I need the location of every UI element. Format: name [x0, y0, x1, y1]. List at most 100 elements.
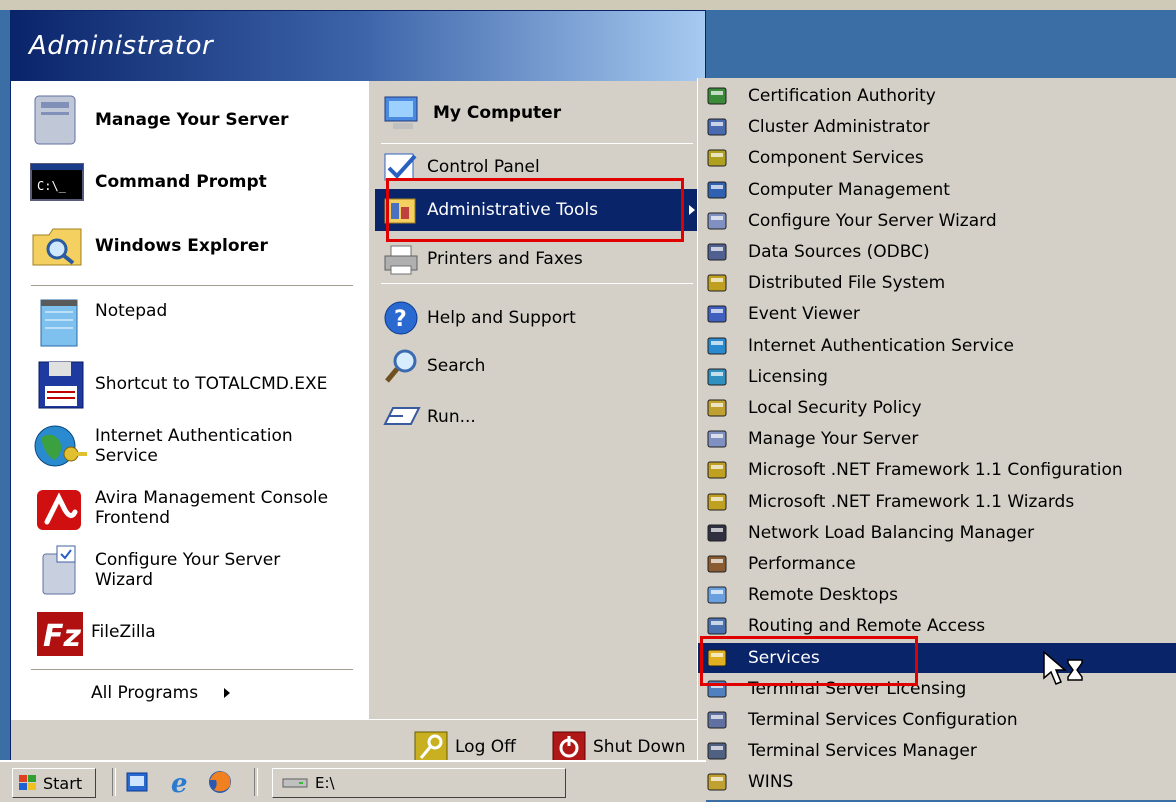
run-item[interactable]: Run...: [381, 399, 476, 435]
right-separator: [381, 143, 693, 144]
search-label: Search: [427, 356, 486, 376]
server-wizard-icon: [707, 212, 727, 230]
left-separator: [31, 285, 353, 286]
submenu-item-local-security-policy[interactable]: Local Security Policy: [698, 393, 1176, 423]
recent-label: Shortcut to TOTALCMD.EXE: [95, 374, 328, 394]
server-wizard-icon: [42, 545, 76, 595]
submenu-item-wins[interactable]: WINS: [698, 767, 1176, 797]
submenu-item-computer-management[interactable]: Computer Management: [698, 175, 1176, 205]
submenu-item-terminal-server-licensing[interactable]: Terminal Server Licensing: [698, 674, 1176, 704]
recent-totalcmd[interactable]: Shortcut to TOTALCMD.EXE: [31, 355, 327, 413]
submenu-item-certification-authority[interactable]: Certification Authority: [698, 81, 1176, 111]
pinned-manage-your-server[interactable]: Manage Your Server: [27, 91, 289, 149]
dfs-icon: [707, 274, 727, 292]
submenu-item-remote-desktops[interactable]: Remote Desktops: [698, 580, 1176, 610]
my-computer-icon: [384, 96, 418, 129]
power-icon: [552, 731, 586, 763]
submenu-item-cluster-administrator[interactable]: Cluster Administrator: [698, 112, 1176, 142]
printers-faxes-item[interactable]: Printers and Faxes: [381, 239, 583, 279]
submenu-item-label: Terminal Services Configuration: [748, 710, 1018, 730]
help-support-label: Help and Support: [427, 308, 576, 328]
submenu-item-label: Network Load Balancing Manager: [748, 522, 1035, 543]
submenu-item-event-viewer[interactable]: Event Viewer: [698, 299, 1176, 329]
submenu-item-services[interactable]: Services: [698, 642, 1176, 673]
submenu-item-performance[interactable]: Performance: [698, 549, 1176, 579]
submenu-item-internet-authentication-service[interactable]: Internet Authentication Service: [698, 331, 1176, 361]
floppy-icon: [38, 361, 84, 409]
recent-internet-authentication-service[interactable]: Internet Authentication Service: [31, 417, 315, 475]
globe-key-icon: [34, 425, 87, 467]
ias-icon: [707, 337, 727, 355]
submenu-item-terminal-services-configuration[interactable]: Terminal Services Configuration: [698, 705, 1176, 735]
drive-icon: [282, 778, 308, 788]
administrative-tools-item[interactable]: Administrative Tools: [375, 189, 703, 231]
run-label: Run...: [427, 407, 476, 427]
submenu-item-network-load-balancing-manager[interactable]: Network Load Balancing Manager: [698, 518, 1176, 548]
recent-configure-server-wizard[interactable]: Configure Your Server Wizard: [31, 541, 315, 599]
submenu-item-licensing[interactable]: Licensing: [698, 362, 1176, 392]
control-panel-item[interactable]: Control Panel: [381, 147, 703, 187]
key-icon: [414, 731, 448, 763]
submenu-item-label: Terminal Server Licensing: [748, 678, 967, 699]
submenu-item-distributed-file-system[interactable]: Distributed File System: [698, 268, 1176, 298]
nlb-icon: [707, 524, 727, 542]
recent-label: Internet Authentication Service: [95, 426, 293, 466]
dotnet-wizards-icon: [707, 493, 727, 511]
pinned-command-prompt[interactable]: C:\_ Command Prompt: [27, 153, 267, 211]
recent-avira[interactable]: Avira Management Console Frontend: [31, 479, 345, 537]
log-off-label: Log Off: [455, 737, 516, 757]
all-programs-label: All Programs: [91, 683, 199, 703]
submenu-item-label: Computer Management: [748, 179, 950, 200]
submenu-item-label: Microsoft .NET Framework 1.1 Wizards: [748, 491, 1075, 512]
all-programs-button[interactable]: All Programs: [91, 675, 232, 711]
help-support-item[interactable]: ? Help and Support: [381, 297, 576, 339]
windows-logo-icon: [19, 775, 36, 790]
show-desktop-icon[interactable]: [124, 770, 150, 794]
taskbar-window-e-drive[interactable]: E:\: [272, 768, 566, 798]
internet-explorer-icon[interactable]: e: [168, 770, 198, 794]
firefox-icon[interactable]: [206, 768, 234, 796]
start-button[interactable]: Start: [12, 768, 96, 798]
pinned-label: Manage Your Server: [95, 110, 289, 130]
arrow-right-icon: [224, 687, 232, 699]
submenu-item-data-sources-odbc[interactable]: Data Sources (ODBC): [698, 237, 1176, 267]
submenu-item-routing-and-remote-access[interactable]: Routing and Remote Access: [698, 611, 1176, 641]
taskbar-divider: [112, 768, 116, 796]
notepad-icon: [40, 299, 78, 347]
search-item[interactable]: Search: [381, 345, 485, 387]
submenu-item-configure-your-server-wizard[interactable]: Configure Your Server Wizard: [698, 206, 1176, 236]
submenu-item-microsoft-net-framework-1-1-configuration[interactable]: Microsoft .NET Framework 1.1 Configurati…: [698, 455, 1176, 485]
my-computer-item[interactable]: My Computer: [381, 89, 561, 137]
event-viewer-icon: [707, 305, 727, 323]
my-computer-label: My Computer: [433, 103, 562, 123]
pinned-label: Command Prompt: [95, 172, 267, 192]
ts-licensing-icon: [707, 680, 727, 698]
submenu-item-label: Certification Authority: [748, 86, 936, 106]
submenu-item-component-services[interactable]: Component Services: [698, 143, 1176, 173]
submenu-item-terminal-services-manager[interactable]: Terminal Services Manager: [698, 736, 1176, 766]
submenu-item-label: Data Sources (ODBC): [748, 242, 930, 262]
services-icon: [707, 649, 727, 667]
start-menu: Administrator Manage Your Server C:\_ Co…: [10, 10, 706, 774]
licensing-icon: [707, 368, 727, 386]
run-icon: [383, 407, 421, 425]
taskbar: Start e E:\: [0, 760, 706, 802]
recent-notepad[interactable]: Notepad: [31, 293, 167, 351]
avira-icon: [37, 490, 81, 530]
folder-search-icon: [32, 228, 82, 266]
cluster-admin-icon: [707, 118, 727, 136]
filezilla-icon: Fz: [37, 612, 83, 656]
admin-tools-icon: [384, 198, 416, 224]
submenu-item-label: Distributed File System: [748, 273, 946, 294]
command-prompt-icon: C:\_: [30, 163, 84, 201]
recent-label: Notepad: [95, 301, 168, 321]
control-panel-label: Control Panel: [427, 157, 540, 177]
recent-filezilla[interactable]: Fz FileZilla: [31, 603, 156, 661]
pinned-windows-explorer[interactable]: Windows Explorer: [27, 217, 268, 275]
wins-icon: [707, 773, 727, 791]
ts-config-icon: [707, 711, 727, 729]
left-separator: [31, 669, 353, 670]
submenu-item-label: Configure Your Server Wizard: [748, 210, 997, 231]
submenu-item-manage-your-server[interactable]: Manage Your Server: [698, 424, 1176, 454]
submenu-item-microsoft-net-framework-1-1-wizards[interactable]: Microsoft .NET Framework 1.1 Wizards: [698, 487, 1176, 517]
